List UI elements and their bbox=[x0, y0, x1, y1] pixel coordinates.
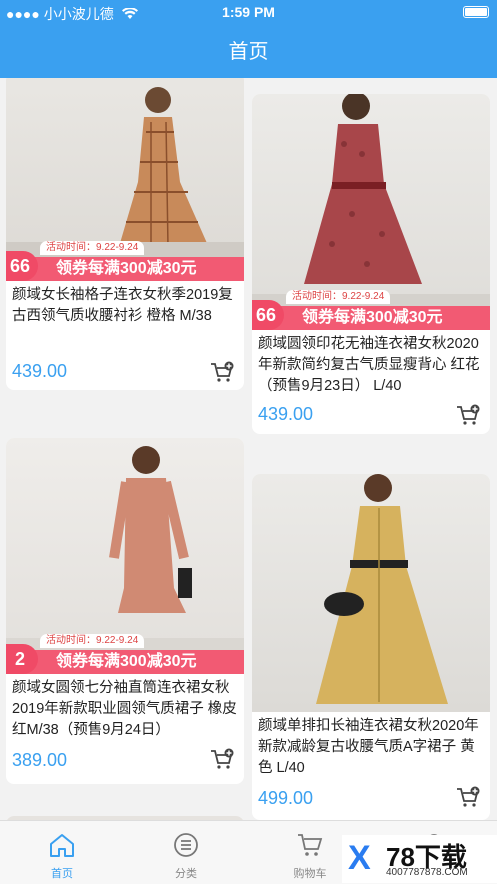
product-price: 389.00 bbox=[12, 750, 68, 770]
nav-bar: 首页 bbox=[0, 26, 497, 78]
watermark-logo: X 78下载 4007787878.COM bbox=[342, 835, 497, 883]
add-to-cart-icon[interactable] bbox=[456, 786, 480, 808]
product-card[interactable]: 活动时间：9.22-9.24 领券每满300减30元 2 颜域女圆领七分袖直筒连… bbox=[6, 438, 244, 784]
status-bar: ●●●● 小小波儿德 1:59 PM bbox=[0, 0, 497, 26]
watermark-url: 4007787878.COM bbox=[386, 867, 468, 878]
product-image[interactable]: 活动时间：9.22-9.24 领券每满300减30元 66 bbox=[6, 78, 244, 281]
product-card[interactable]: 颜域单排扣长袖连衣裙女秋2020年新款减龄复古收腰气质A字裙子 黄色 L/40 … bbox=[252, 474, 490, 820]
product-card[interactable]: 活动时间：9.22-9.24 领券每满300减30元 66 颜域女长袖格子连衣女… bbox=[6, 78, 244, 390]
product-title[interactable]: 颜域圆领印花无袖连衣裙女秋2020年新款简约复古气质显瘦背心 红花（预售9月23… bbox=[252, 330, 490, 397]
tab-label: 首页 bbox=[51, 868, 73, 880]
product-grid[interactable]: 活动时间：9.22-9.24 领券每满300减30元 66 颜域女长袖格子连衣女… bbox=[0, 78, 497, 820]
promo-banner: 活动时间：9.22-9.24 领券每满300减30元 66 bbox=[6, 233, 244, 281]
promo-time: 活动时间：9.22-9.24 bbox=[40, 241, 145, 255]
page-title: 首页 bbox=[228, 41, 269, 63]
product-title[interactable]: 颜域女长袖格子连衣女秋季2019复古西领气质收腰衬衫 橙格 M/38 bbox=[6, 281, 244, 327]
product-price: 439.00 bbox=[258, 404, 314, 424]
status-time: 1:59 PM bbox=[222, 4, 275, 20]
product-image[interactable] bbox=[252, 474, 490, 712]
tab-home[interactable]: 首页 bbox=[0, 821, 124, 884]
home-icon bbox=[50, 834, 74, 857]
coupon-strip: 领券每满300减30元 bbox=[252, 306, 490, 330]
promo-banner: 活动时间：9.22-9.24 领券每满300减30元 2 bbox=[6, 626, 244, 674]
watermark-x-icon: X bbox=[348, 839, 371, 877]
product-price: 439.00 bbox=[12, 361, 68, 381]
product-title[interactable]: 颜域单排扣长袖连衣裙女秋2020年新款减龄复古收腰气质A字裙子 黄色 L/40 bbox=[252, 712, 490, 779]
product-image[interactable]: 活动时间：9.22-9.24 领券每满300减30元 2 bbox=[6, 438, 244, 674]
promo-badge: 66 bbox=[252, 300, 284, 330]
battery-icon bbox=[463, 6, 489, 18]
promo-time: 活动时间：9.22-9.24 bbox=[286, 290, 391, 304]
promo-badge: 66 bbox=[6, 251, 38, 281]
category-icon bbox=[174, 833, 198, 857]
cart-icon bbox=[298, 834, 323, 856]
add-to-cart-icon[interactable] bbox=[210, 361, 234, 383]
coupon-strip: 领券每满300减30元 bbox=[6, 650, 244, 674]
promo-banner: 活动时间：9.22-9.24 领券每满300减30元 66 bbox=[252, 282, 490, 330]
product-title[interactable]: 颜域女圆领七分袖直筒连衣裙女秋2019年新款职业圆领气质裙子 橡皮红M/38（预… bbox=[6, 674, 244, 741]
coupon-strip: 领券每满300减30元 bbox=[6, 257, 244, 281]
product-price: 499.00 bbox=[258, 788, 314, 808]
tab-label: 分类 bbox=[175, 868, 197, 880]
add-to-cart-icon[interactable] bbox=[456, 404, 480, 426]
tab-category[interactable]: 分类 bbox=[124, 821, 248, 884]
product-card[interactable]: 活动时间：9.22-9.24 领券每满300减30元 66 颜域圆领印花无袖连衣… bbox=[252, 94, 490, 434]
promo-badge: 2 bbox=[6, 644, 38, 674]
add-to-cart-icon[interactable] bbox=[210, 748, 234, 770]
promo-time: 活动时间：9.22-9.24 bbox=[40, 634, 145, 648]
product-image[interactable]: 活动时间：9.22-9.24 领券每满300减30元 66 bbox=[252, 94, 490, 330]
